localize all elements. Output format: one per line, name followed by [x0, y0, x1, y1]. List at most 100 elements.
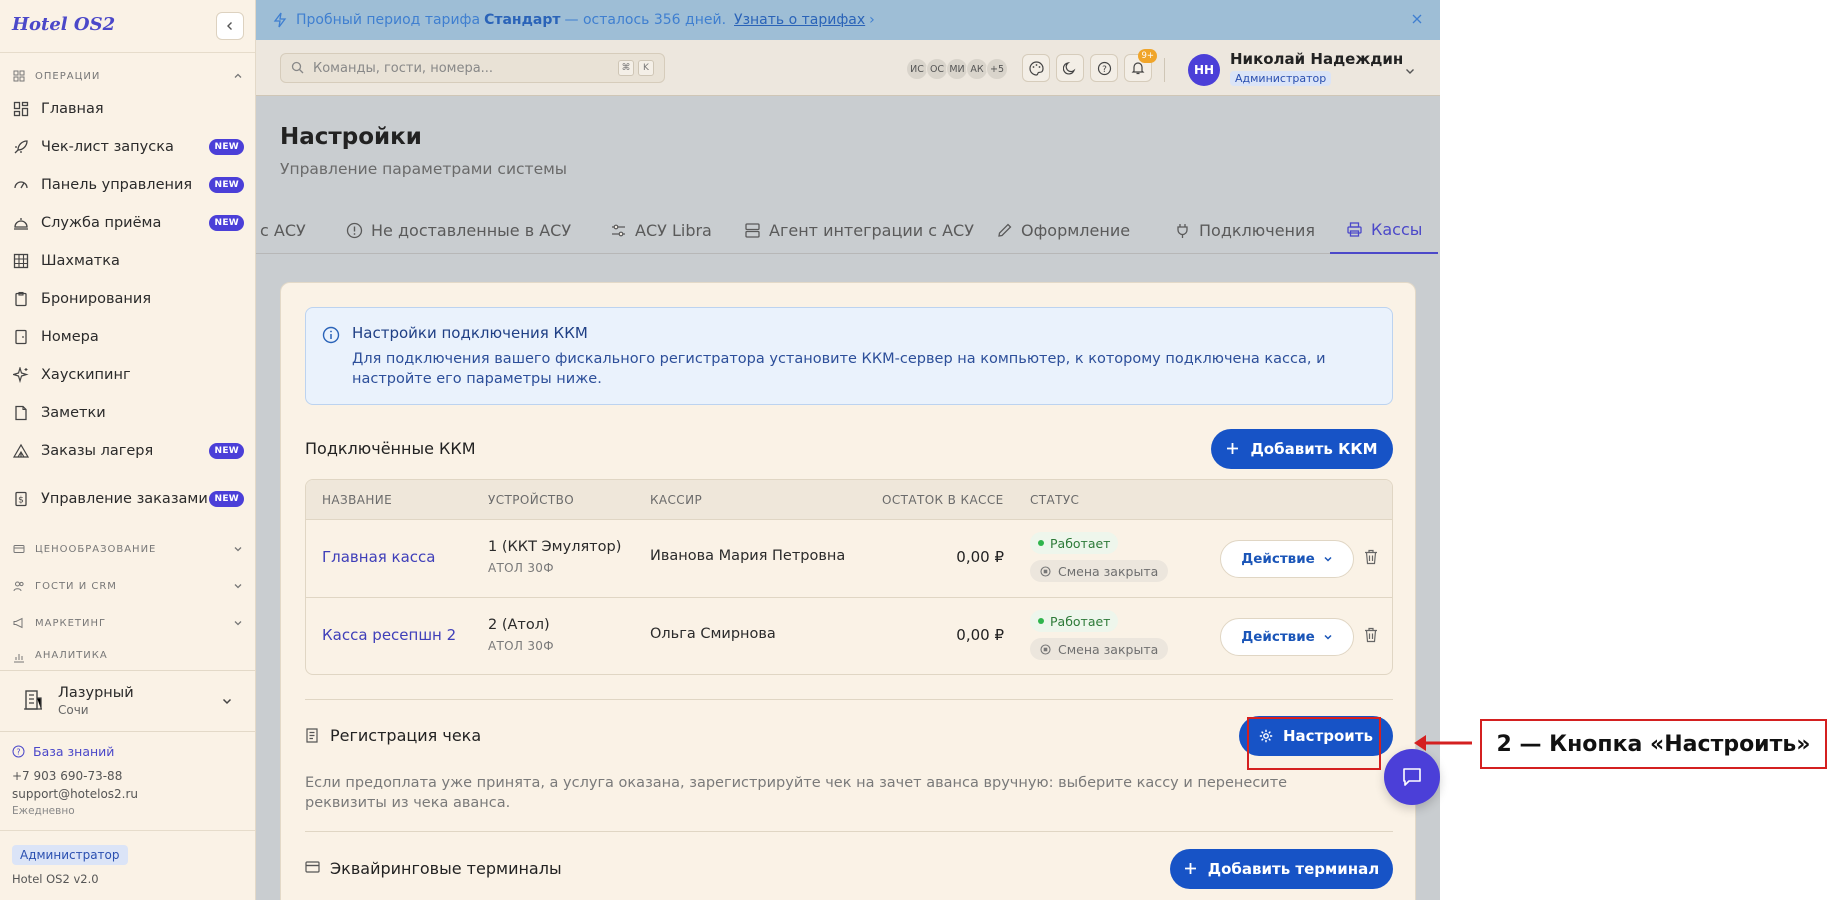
section-marketing[interactable]: МАРКЕТИНГ: [12, 613, 244, 633]
chevron-down-icon[interactable]: [1404, 62, 1416, 74]
trash-icon[interactable]: [1364, 627, 1380, 645]
kkm-name-link[interactable]: Главная касса: [322, 548, 436, 566]
tab-label: АСУ Libra: [635, 220, 712, 240]
sidebar-collapse-button[interactable]: [216, 12, 244, 40]
table-header: НАЗВАНИЕ УСТРОЙСТВО КАССИР ОСТАТОК В КАС…: [306, 480, 1392, 520]
sidebar-item-label: Бронирования: [41, 291, 152, 307]
help-button[interactable]: ?: [1090, 54, 1118, 82]
close-icon[interactable]: [1410, 12, 1426, 28]
section-operations[interactable]: ОПЕРАЦИИ: [12, 66, 244, 86]
tab-integration-agent[interactable]: Агент интеграции с АСУ: [744, 206, 974, 254]
stop-circle-icon: [1040, 565, 1051, 577]
sidebar-item-rooms[interactable]: Номера: [12, 318, 244, 356]
receipt-description: Если предоплата уже принята, а услуга ок…: [305, 775, 1288, 811]
sidebar-item-camp-orders[interactable]: Заказы лагеря NEW: [12, 432, 244, 470]
support-phone[interactable]: +7 903 690-73-88: [12, 769, 244, 783]
hotel-switcher[interactable]: Лазурный Сочи: [0, 670, 255, 732]
sidebar-item-housekeeping[interactable]: Хаускипинг: [12, 356, 244, 394]
avatar[interactable]: ИС: [906, 58, 928, 80]
status-badge: Работает: [1030, 532, 1119, 554]
support-schedule: Ежедневно: [12, 805, 75, 817]
sidebar-item-front-desk[interactable]: Служба приёма NEW: [12, 204, 244, 242]
section-label: МАРКЕТИНГ: [35, 617, 107, 629]
tab-asu[interactable]: с АСУ: [260, 206, 306, 254]
rocket-icon: [12, 138, 30, 156]
brand-logo[interactable]: Hotel OS2: [12, 14, 115, 35]
chevron-right-icon: ›: [869, 12, 875, 28]
chevron-down-icon: [221, 692, 233, 711]
command-search-input[interactable]: Команды, гости, номера... ⌘ K: [280, 53, 665, 83]
add-terminal-button[interactable]: Добавить терминал: [1170, 849, 1393, 889]
kkm-name-link[interactable]: Касса ресепшн 2: [322, 626, 456, 644]
section-analytics[interactable]: АНАЛИТИКА: [12, 650, 244, 664]
kkm-device: 2 (Атол): [488, 617, 550, 633]
section-pricing[interactable]: ЦЕНООБРАЗОВАНИЕ: [12, 539, 244, 559]
trial-prefix: Пробный период тарифа: [296, 12, 481, 28]
kkm-cashier: Иванова Мария Петровна: [650, 548, 846, 564]
sidebar-item-order-management[interactable]: $ Управление заказами NEW: [12, 476, 244, 522]
knowledge-base-link[interactable]: ? База знаний: [12, 744, 244, 759]
divider: [305, 699, 1393, 700]
sidebar-item-home[interactable]: Главная: [12, 90, 244, 128]
notifications-button[interactable]: 9+: [1124, 49, 1157, 82]
new-badge: NEW: [209, 215, 244, 231]
sidebar-item-control-panel[interactable]: Панель управления NEW: [12, 166, 244, 204]
sidebar-item-label: Управление заказами: [41, 491, 208, 507]
pencil-icon: [996, 222, 1013, 239]
shift-label: Смена закрыта: [1058, 563, 1159, 579]
sliders-icon: [610, 222, 627, 239]
action-label: Действие: [1241, 551, 1315, 567]
avatar[interactable]: АК: [966, 58, 988, 80]
lightning-icon: [272, 12, 288, 28]
user-name[interactable]: Николай Надеждин: [1230, 50, 1403, 68]
action-dropdown-button[interactable]: Действие: [1220, 540, 1354, 578]
chevron-down-icon: [1323, 554, 1333, 564]
action-dropdown-button[interactable]: Действие: [1220, 618, 1354, 656]
section-guests-crm[interactable]: ГОСТИ И CRM: [12, 576, 244, 596]
plug-icon: [1174, 222, 1191, 239]
add-terminal-label: Добавить терминал: [1207, 860, 1380, 878]
tab-cash-registers[interactable]: Кассы: [1330, 206, 1439, 254]
more-users-count[interactable]: +5: [986, 58, 1008, 80]
tab-label: Не доставленные в АСУ: [371, 220, 572, 240]
kkm-cashier: Ольга Смирнова: [650, 626, 776, 642]
plus-icon: [1226, 442, 1240, 456]
section-label: ГОСТИ И CRM: [35, 580, 117, 592]
kkm-balance: 0,00 ₽: [956, 548, 1004, 566]
tab-appearance[interactable]: Оформление: [996, 206, 1130, 254]
online-users[interactable]: ИС ОС МИ АК +5: [906, 58, 1008, 80]
receipt-registration-heading: Регистрация чека: [305, 726, 481, 745]
tab-label: с АСУ: [260, 220, 306, 240]
support-email[interactable]: support@hotelos2.ru: [12, 787, 244, 801]
dark-mode-button[interactable]: [1056, 54, 1084, 82]
chevron-left-icon: [227, 22, 232, 30]
avatar[interactable]: ОС: [926, 58, 948, 80]
new-badge: NEW: [209, 443, 244, 459]
trash-icon[interactable]: [1364, 549, 1380, 567]
palette-icon: [1028, 60, 1044, 76]
trial-banner: Пробный период тарифа Стандарт — осталос…: [256, 0, 1440, 40]
plans-link[interactable]: Узнать о тарифах: [734, 12, 865, 28]
sidebar-item-bookings[interactable]: Бронирования: [12, 280, 244, 318]
alert-circle-icon: [346, 222, 363, 239]
tab-asu-libra[interactable]: АСУ Libra: [610, 206, 712, 254]
shift-label: Смена закрыта: [1058, 641, 1159, 657]
tab-undelivered-asu[interactable]: Не доставленные в АСУ: [346, 206, 571, 254]
printer-icon: [1346, 221, 1363, 238]
note-icon: [12, 404, 30, 422]
kkm-device: 1 (ККТ Эмулятор): [488, 539, 622, 555]
add-kkm-button[interactable]: Добавить ККМ: [1211, 429, 1393, 469]
sidebar-item-launch-checklist[interactable]: Чек-лист запуска NEW: [12, 128, 244, 166]
dollar-receipt-icon: $: [12, 490, 30, 508]
tab-connections[interactable]: Подключения: [1174, 206, 1315, 254]
help-block: ? База знаний +7 903 690-73-88 support@h…: [12, 744, 244, 817]
avatar[interactable]: МИ: [946, 58, 968, 80]
sidebar-item-notes[interactable]: Заметки: [12, 394, 244, 432]
search-icon: [291, 61, 305, 75]
theme-palette-button[interactable]: [1022, 54, 1050, 82]
sidebar-item-label: Шахматка: [41, 253, 120, 269]
acquiring-title: Эквайринговые терминалы: [330, 859, 562, 878]
user-avatar[interactable]: НН: [1188, 54, 1220, 86]
settings-tabs: с АСУ Не доставленные в АСУ АСУ Libra Аг…: [256, 206, 1439, 254]
sidebar-item-chessboard[interactable]: Шахматка: [12, 242, 244, 280]
